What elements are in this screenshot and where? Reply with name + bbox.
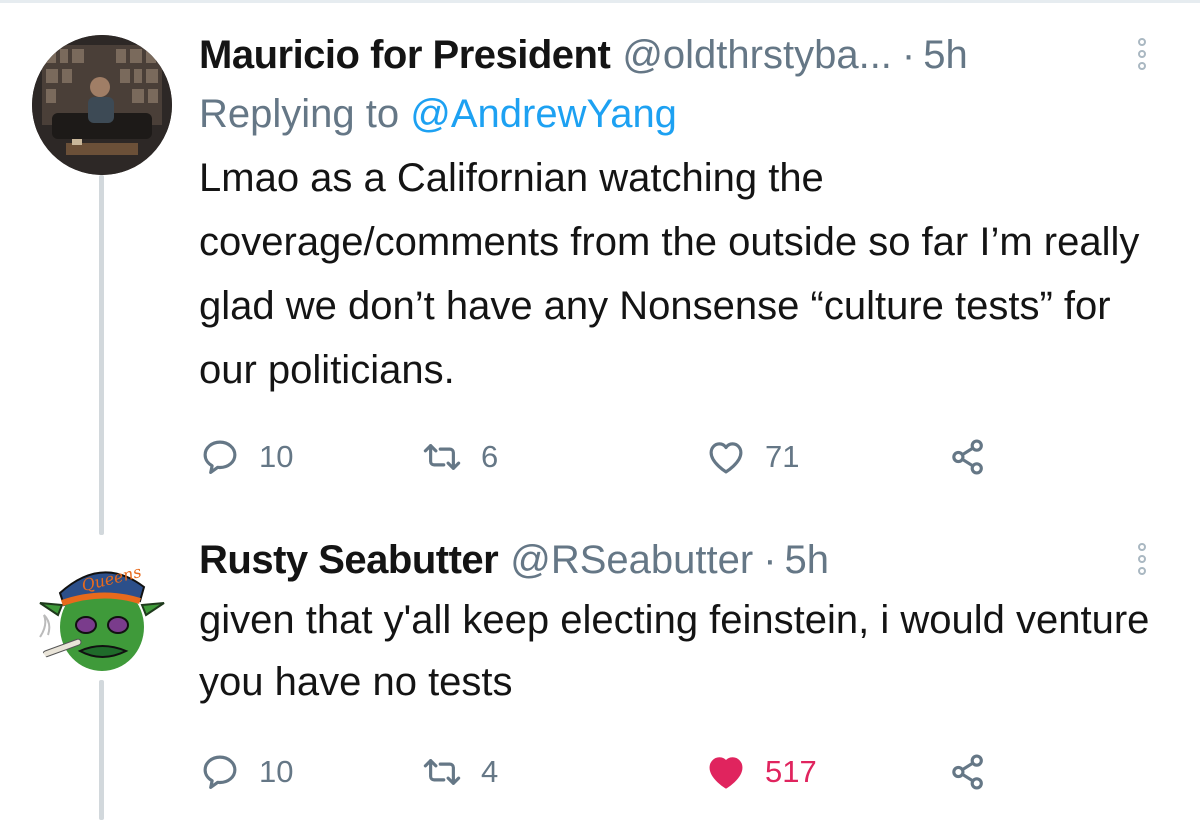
avatar-image xyxy=(32,35,172,175)
timestamp[interactable]: 5h xyxy=(785,535,830,585)
thread-connector-line xyxy=(99,175,104,535)
more-options-icon[interactable] xyxy=(1138,38,1150,78)
avatar[interactable] xyxy=(32,35,172,175)
tweet-actions: 10 6 71 xyxy=(199,435,999,479)
retweet-count: 4 xyxy=(481,754,499,789)
retweet-icon xyxy=(423,444,461,470)
replying-prefix: Replying to xyxy=(199,92,400,136)
top-divider xyxy=(0,0,1200,3)
author-handle[interactable]: @oldthrstyba... xyxy=(622,30,892,80)
reply-icon xyxy=(203,440,237,474)
like-button[interactable]: 71 xyxy=(705,435,799,479)
tweet-text: given that y'all keep electing feinstein… xyxy=(199,598,1150,704)
retweet-icon xyxy=(423,759,461,785)
share-icon xyxy=(952,754,983,790)
retweet-button[interactable]: 6 xyxy=(421,435,498,479)
more-options-icon[interactable] xyxy=(1138,543,1150,583)
reply-button[interactable]: 10 xyxy=(199,435,293,479)
author-handle[interactable]: @RSeabutter xyxy=(510,535,753,585)
separator-dot: · xyxy=(901,33,916,77)
share-button[interactable] xyxy=(947,750,1007,794)
author-name[interactable]: Mauricio for President xyxy=(199,30,611,80)
author-name[interactable]: Rusty Seabutter xyxy=(199,535,499,585)
avatar[interactable]: Queens xyxy=(32,545,172,685)
retweet-count: 6 xyxy=(481,439,499,474)
reply-count: 10 xyxy=(259,439,294,474)
retweet-button[interactable]: 4 xyxy=(421,750,498,794)
reply-icon xyxy=(203,755,237,789)
timestamp[interactable]: 5h xyxy=(923,30,968,80)
thread-connector-line xyxy=(99,680,104,820)
like-count: 71 xyxy=(765,439,800,474)
share-icon xyxy=(952,439,983,475)
replying-to: Replying to @AndrewYang xyxy=(199,88,1160,140)
like-icon xyxy=(709,757,743,789)
share-button[interactable] xyxy=(947,435,1007,479)
like-count: 517 xyxy=(765,754,817,789)
tweet-actions: 10 4 517 xyxy=(199,750,999,794)
like-button[interactable]: 517 xyxy=(705,750,817,794)
separator-dot: · xyxy=(763,538,777,582)
reply-count: 10 xyxy=(259,754,294,789)
tweet-text: Lmao as a Californian watching the cover… xyxy=(199,156,1140,392)
reply-button[interactable]: 10 xyxy=(199,750,293,794)
replying-to-mention[interactable]: @AndrewYang xyxy=(410,92,677,136)
avatar-image: Queens xyxy=(39,562,165,671)
like-icon xyxy=(709,442,743,474)
